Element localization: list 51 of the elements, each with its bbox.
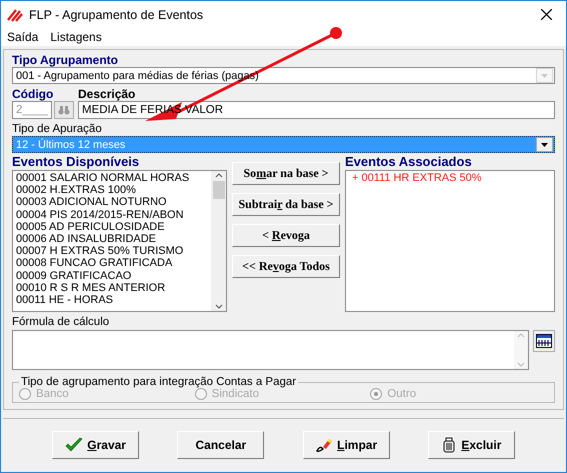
eraser-icon	[315, 436, 334, 452]
menu-item[interactable]: Saída	[7, 30, 38, 44]
action-button[interactable]: << Revoga Todos	[232, 255, 340, 278]
app-logo-icon	[7, 8, 23, 22]
list-item[interactable]: + 00111 HR EXTRAS 50%	[352, 172, 551, 184]
save-button[interactable]: Gravar	[52, 430, 140, 458]
list-item[interactable]: 00001 SALARIO NORMAL HORAS	[16, 172, 208, 184]
associated-events-list[interactable]: + 00111 HR EXTRAS 50%	[345, 170, 555, 312]
scroll-thumb[interactable]	[212, 181, 224, 199]
action-button[interactable]: Somar na base >	[232, 162, 340, 185]
scroll-down-icon[interactable]	[214, 303, 222, 311]
window-title: FLP - Agrupamento de Eventos	[29, 8, 204, 22]
calculator-icon	[536, 334, 552, 348]
list-item[interactable]: 00008 FUNCAO GRATIFICADA	[16, 257, 208, 270]
radio-label: Sindicato	[212, 388, 259, 400]
dropdown-arrow-icon	[541, 74, 548, 78]
field-label: Tipo Agrupamento	[12, 53, 119, 67]
list-item[interactable]: 00009 GRATIFICACAO	[16, 270, 208, 282]
list-item[interactable]: 00011 HE - HORAS	[16, 294, 208, 306]
cancel-button[interactable]: Cancelar	[177, 430, 264, 458]
list-item[interactable]: 00007 H EXTRAS 50% TURISMO	[16, 245, 208, 258]
field-label: Descrição	[78, 87, 136, 101]
menu-item[interactable]: Listagens	[50, 30, 102, 44]
dropdown-arrow-icon	[541, 142, 548, 146]
list-item[interactable]: 00004 PIS 2014/2015-REN/ABON	[16, 208, 208, 221]
list-item[interactable]: 00010 R S R MES ANTERIOR	[16, 282, 208, 294]
scrollbar[interactable]	[211, 171, 226, 311]
clear-button[interactable]: Limpar	[302, 430, 390, 458]
field-label: Fórmula de cálculo	[12, 315, 110, 329]
scroll-up-icon[interactable]	[214, 171, 222, 179]
list-label: Eventos Disponíveis	[12, 154, 140, 170]
group-label: Tipo de agrupamento para integração Contas a Pagar	[20, 376, 298, 388]
action-button[interactable]: < Revoga	[232, 224, 340, 247]
radio-label: Outro	[387, 388, 416, 400]
list-label: Eventos Associados	[345, 154, 473, 170]
events-list[interactable]	[12, 170, 227, 312]
list-item[interactable]: 00006 AD INSALUBRIDADE	[16, 233, 208, 246]
field-label: Tipo de Apuração	[12, 122, 103, 136]
close-icon[interactable]	[541, 9, 552, 20]
list-item[interactable]: 00005 AD PERICULOSIDADE	[16, 220, 208, 234]
search-button[interactable]	[54, 101, 74, 119]
list-item[interactable]: 00002 H.EXTRAS 100%	[16, 184, 208, 196]
trash-can-icon	[441, 436, 458, 452]
binoculars-icon	[58, 105, 70, 115]
calculator-button[interactable]	[533, 330, 555, 352]
list-item[interactable]: 00003 ADICIONAL NOTURNO	[16, 196, 208, 209]
radio-label: Banco	[36, 388, 69, 400]
delete-button[interactable]: Excluir	[428, 430, 515, 458]
checkmark-icon	[65, 436, 84, 452]
field-label: Código	[12, 87, 54, 101]
action-button[interactable]: Subtrair da base >	[232, 193, 340, 216]
